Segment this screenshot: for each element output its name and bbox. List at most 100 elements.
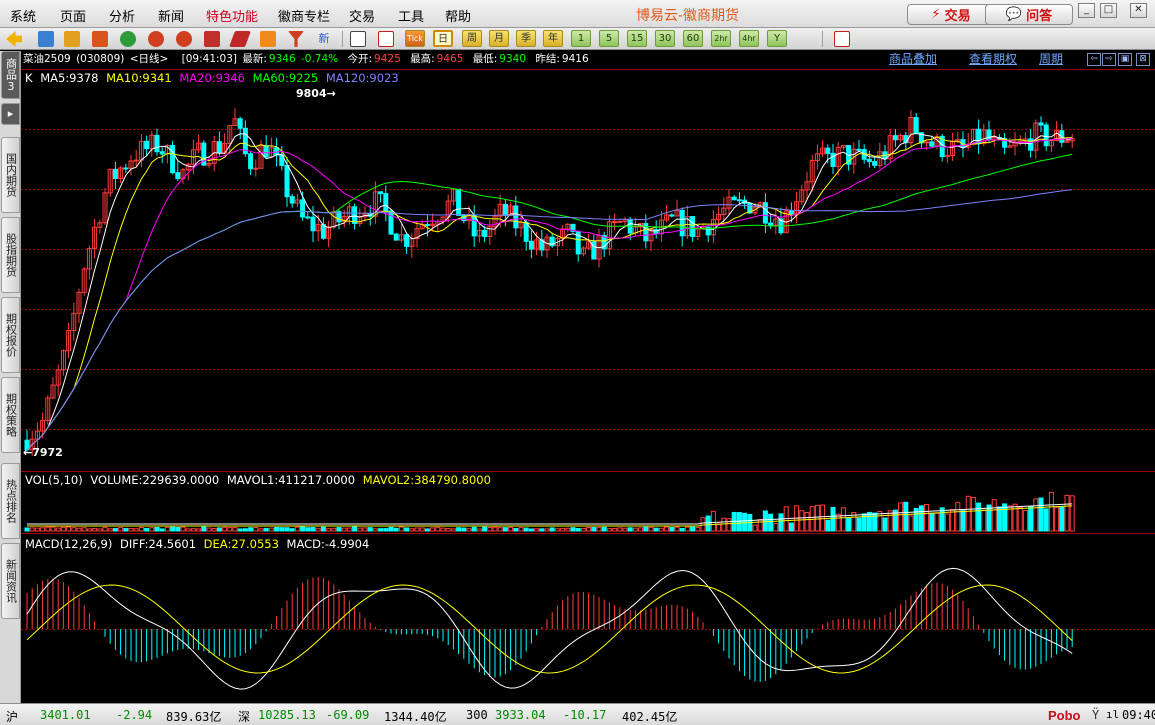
back-arrow-icon[interactable] <box>6 31 22 47</box>
period-link[interactable]: 周期 <box>1039 51 1063 68</box>
period-5min-button[interactable]: 5 <box>599 30 619 47</box>
period-custom-button[interactable]: Y <box>767 30 787 47</box>
nav-restore-icon[interactable]: ▣ <box>1118 53 1132 66</box>
zoom-out-icon[interactable] <box>176 31 192 47</box>
volume-bar <box>92 527 98 532</box>
side-tab-domestic-futures[interactable]: 国内期货 <box>1 137 20 213</box>
volume-bar <box>866 511 872 532</box>
nav-left-icon[interactable]: ⇦ <box>1087 53 1101 66</box>
period-year-button[interactable]: 年 <box>543 30 563 47</box>
volume-bar <box>1069 495 1075 532</box>
volume-bar <box>1059 506 1065 532</box>
refresh-icon[interactable] <box>120 31 136 47</box>
period-day-button[interactable]: 日 <box>433 30 453 47</box>
volume-bar <box>253 527 259 532</box>
low-marker: ←7972 <box>23 446 63 459</box>
chart-svg[interactable]: 9804→←797220240810111220250102030405 <box>21 69 1155 709</box>
volume-bar <box>430 527 436 532</box>
chart-icon[interactable] <box>92 31 108 47</box>
sh-amount: 839.63亿 <box>166 710 222 724</box>
volume-bar <box>700 517 706 532</box>
macd-legend: MACD(12,26,9) DIFF:24.5601 DEA:27.0553 M… <box>25 537 373 551</box>
overlay-commodity-link[interactable]: 商品叠加 <box>889 51 937 68</box>
instrument-name: 菜油2509 <box>23 53 71 65</box>
last-price: 9346 <box>268 53 296 65</box>
side-tab-commodity[interactable]: 商品3 <box>1 51 20 99</box>
volume-bar <box>258 528 264 532</box>
menu-tools[interactable]: 工具 <box>398 6 424 25</box>
view-options-link[interactable]: 查看期权 <box>969 51 1017 68</box>
trade-button[interactable]: ⚡ 交易 <box>907 4 995 25</box>
candle <box>617 220 623 223</box>
period-30min-button[interactable]: 30 <box>655 30 675 47</box>
volume-bar <box>128 527 134 532</box>
filter-icon[interactable] <box>288 31 304 47</box>
volume-bar <box>362 527 368 532</box>
period-quarter-button[interactable]: 季 <box>516 30 536 47</box>
volume-bar <box>211 527 217 532</box>
stock-list-icon[interactable] <box>38 31 54 47</box>
zoom-in-icon[interactable] <box>148 31 164 47</box>
volume-bar <box>1002 503 1008 532</box>
signal-icon: Ÿ <box>1092 708 1100 722</box>
minimize-button[interactable]: _ <box>1078 3 1095 18</box>
volume-bar <box>440 527 446 532</box>
side-tab-hot-ranking[interactable]: 热点排名 <box>1 463 20 539</box>
volume-bar <box>986 504 992 532</box>
period-week-button[interactable]: 周 <box>462 30 482 47</box>
menu-special-features[interactable]: 特色功能 <box>206 6 258 25</box>
line-chart-icon[interactable] <box>378 31 394 47</box>
period-1min-button[interactable]: 1 <box>571 30 591 47</box>
menu-analysis[interactable]: 分析 <box>109 6 135 25</box>
window-icon[interactable] <box>204 31 220 47</box>
volume-bar <box>778 513 784 532</box>
futures-icon[interactable] <box>64 31 80 47</box>
candle <box>892 135 898 141</box>
menu-help[interactable]: 帮助 <box>445 6 471 25</box>
volume-bar <box>1048 491 1054 532</box>
side-tab-option-quotes[interactable]: 期权报价 <box>1 297 20 373</box>
menu-trade[interactable]: 交易 <box>349 6 375 25</box>
volume-bar <box>830 506 836 532</box>
high-label: 最高: <box>410 53 435 65</box>
table-icon[interactable] <box>350 31 366 47</box>
volume-bar <box>185 528 191 532</box>
layout-icon[interactable] <box>834 31 850 47</box>
close-button[interactable]: ✕ <box>1130 3 1147 18</box>
draw-line-icon[interactable] <box>229 31 251 47</box>
menu-system[interactable]: 系统 <box>10 6 36 25</box>
menu-huishang-column[interactable]: 徽商专栏 <box>278 6 330 25</box>
period-15min-button[interactable]: 15 <box>627 30 647 47</box>
candle <box>383 193 389 212</box>
menu-news[interactable]: 新闻 <box>158 6 184 25</box>
volume-bar <box>814 504 820 532</box>
open-label: 今开: <box>347 53 373 65</box>
side-expand-arrow-icon[interactable]: ▸ <box>1 103 20 125</box>
candle <box>856 148 862 151</box>
qa-button[interactable]: 💬 问答 <box>985 4 1073 25</box>
menu-page[interactable]: 页面 <box>60 6 86 25</box>
nav-close-icon[interactable]: ⊠ <box>1136 53 1150 66</box>
new-icon[interactable]: 新 <box>316 31 332 47</box>
tick-button[interactable]: Tick <box>405 30 425 47</box>
quote-time: [09:41:03] <box>181 53 238 65</box>
volume-bar <box>341 527 347 532</box>
nav-right-icon[interactable]: ⇨ <box>1102 53 1116 66</box>
ma5-line <box>26 132 1073 451</box>
volume-bar <box>716 523 722 532</box>
period-2hr-button[interactable]: 2hr <box>711 30 731 47</box>
volume-bar <box>606 528 612 532</box>
volume-bar <box>1017 506 1023 532</box>
signal-bars-icon: ıl <box>1106 708 1120 721</box>
maximize-button[interactable]: □ <box>1100 3 1117 18</box>
volume-bar <box>206 527 212 532</box>
period-60min-button[interactable]: 60 <box>683 30 703 47</box>
side-tab-index-futures[interactable]: 股指期货 <box>1 217 20 293</box>
tools-icon[interactable] <box>260 31 276 47</box>
chart-area[interactable]: 菜油2509 (030809) <日线> [09:41:03] 最新: 9346 … <box>21 51 1155 709</box>
side-tab-option-strategy[interactable]: 期权策略 <box>1 377 20 453</box>
volume-bar <box>180 526 186 532</box>
side-tab-news[interactable]: 新闻资讯 <box>1 543 20 619</box>
period-4hr-button[interactable]: 4hr <box>739 30 759 47</box>
period-month-button[interactable]: 月 <box>489 30 509 47</box>
